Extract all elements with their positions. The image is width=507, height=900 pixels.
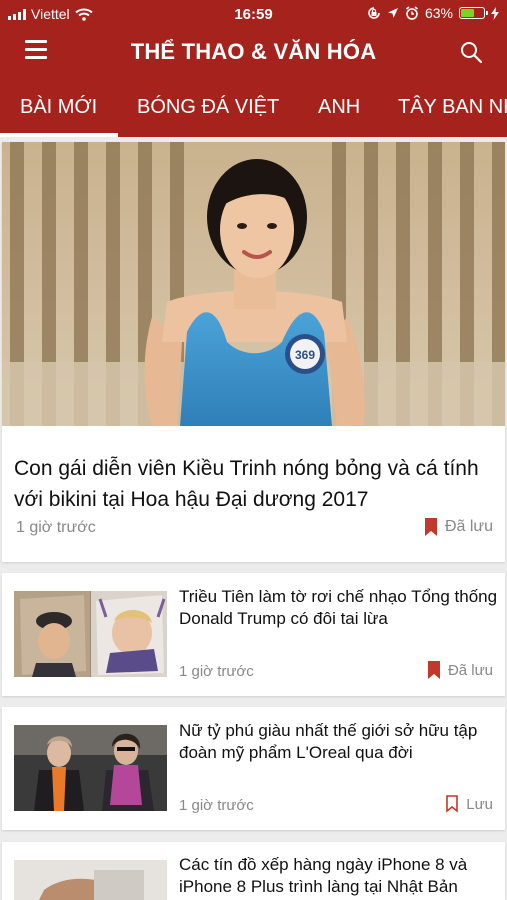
article-thumbnail xyxy=(14,860,167,900)
featured-article-card[interactable]: 369 Con gái diễn viên Kiều Trinh nóng bỏ… xyxy=(2,142,505,562)
tab-tay-ban-nha[interactable]: TÂY BAN NHA xyxy=(398,96,507,119)
location-icon xyxy=(387,7,398,18)
battery-level xyxy=(461,9,474,17)
tab-bong-da-viet[interactable]: BÓNG ĐÁ VIỆT xyxy=(137,96,279,119)
tab-bai-moi[interactable]: BÀI MỚI xyxy=(20,96,97,119)
page-title: THỂ THAO & VĂN HÓA xyxy=(130,39,377,64)
save-label: Đã lưu xyxy=(444,518,493,535)
article-time: 1 giờ trước xyxy=(16,519,96,536)
app-bar: Viettel 16:59 63% THỂ THAO & VĂN HÓA BÀI… xyxy=(0,0,507,137)
bookmark-filled-icon xyxy=(427,661,440,679)
save-button[interactable]: Đã lưu xyxy=(427,661,493,679)
save-label: Đã lưu xyxy=(447,661,493,679)
article-title[interactable]: Nữ tỷ phú giàu nhất thế giới sở hữu tập … xyxy=(179,720,499,764)
article-time: 1 giờ trước xyxy=(179,797,254,814)
alarm-icon xyxy=(405,6,418,20)
active-tab-indicator xyxy=(0,133,118,137)
featured-article-image: 369 xyxy=(2,142,505,426)
article-card[interactable]: Triều Tiên làm tờ rơi chế nhạo Tổng thốn… xyxy=(2,573,505,696)
save-label: Lưu xyxy=(466,795,493,813)
bookmark-outline-icon xyxy=(446,795,459,813)
save-button[interactable]: Đã lưu xyxy=(424,518,493,536)
charging-icon xyxy=(491,6,499,20)
article-title[interactable]: Triều Tiên làm tờ rơi chế nhạo Tổng thốn… xyxy=(179,586,499,630)
save-button[interactable]: Lưu xyxy=(446,795,493,813)
article-time: 1 giờ trước xyxy=(179,663,254,680)
battery-percent: 63% xyxy=(424,5,453,21)
article-thumbnail xyxy=(14,725,167,811)
battery-icon xyxy=(459,7,488,19)
article-card[interactable]: Nữ tỷ phú giàu nhất thế giới sở hữu tập … xyxy=(2,707,505,830)
lock-rotation-icon xyxy=(368,7,380,19)
article-card[interactable]: Các tín đồ xếp hàng ngày iPhone 8 và iPh… xyxy=(2,842,505,900)
category-tabs: BÀI MỚI BÓNG ĐÁ VIỆT ANH TÂY BAN NHA xyxy=(0,78,507,137)
search-icon[interactable] xyxy=(459,40,483,64)
article-thumbnail xyxy=(14,591,167,677)
article-title[interactable]: Các tín đồ xếp hàng ngày iPhone 8 và iPh… xyxy=(179,854,499,898)
status-right: 63% xyxy=(367,5,499,21)
header-row: THỂ THAO & VĂN HÓA xyxy=(0,28,507,78)
status-bar: Viettel 16:59 63% xyxy=(0,0,507,28)
bookmark-filled-icon xyxy=(424,518,437,536)
svg-text:369: 369 xyxy=(295,348,315,362)
article-title[interactable]: Con gái diễn viên Kiều Trinh nóng bỏng v… xyxy=(14,453,494,515)
tab-anh[interactable]: ANH xyxy=(318,96,360,119)
